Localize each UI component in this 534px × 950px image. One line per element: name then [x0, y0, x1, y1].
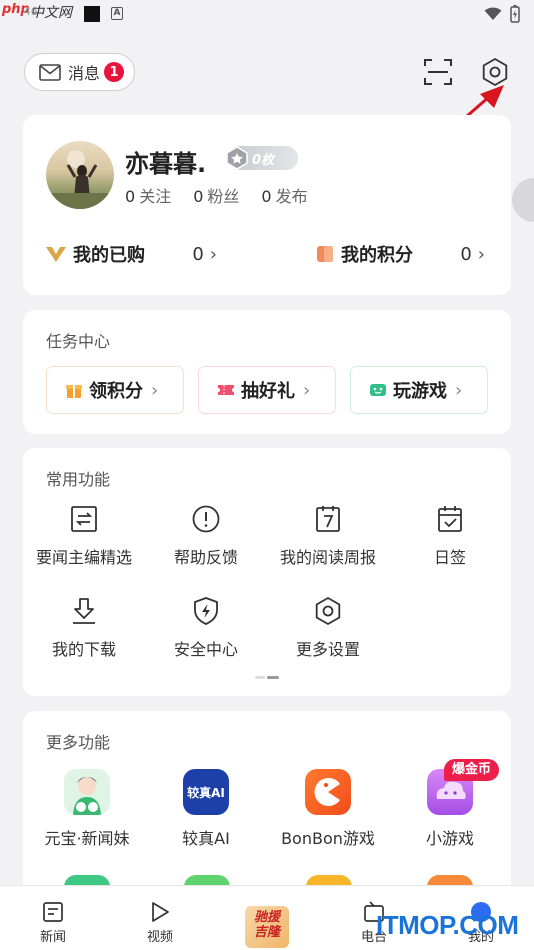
calendar-seven-icon [316, 506, 340, 532]
medal-icon [226, 146, 248, 170]
message-button[interactable]: 消息 1 [24, 53, 135, 91]
fn-reading-report[interactable]: 我的阅读周报 [267, 504, 389, 568]
status-time: :46 [20, 5, 38, 18]
profile-stats: 0 关注 0 粉丝 0 发布 [125, 183, 308, 207]
profile-card: 亦暮暮. 0枚 0 关注 0 粉丝 0 发布 我的已购 0 › 我的积分 0 › [23, 115, 511, 295]
chevron-right-icon: › [151, 379, 159, 401]
message-badge: 1 [104, 62, 125, 82]
medal-badge[interactable]: 0枚 [226, 146, 298, 170]
message-label: 消息 [68, 64, 101, 83]
purchased-v-icon [46, 247, 66, 262]
chevron-right-icon: › [303, 379, 311, 401]
task-center-card: 任务中心 领积分 › 抽好礼 › 玩游戏 › [23, 310, 511, 434]
notification-a-icon: A [111, 7, 123, 20]
help-feedback-icon [192, 505, 220, 533]
status-bar: php 中文网 :46 A [0, 0, 534, 30]
editor-pick-icon [71, 506, 97, 532]
app-yuanbao[interactable]: 元宝·新闻妹 [26, 769, 148, 849]
fn-label: 安全中心 [173, 640, 238, 659]
bonbon-app-icon [305, 769, 351, 815]
center-campaign-logo[interactable]: 驰援 吉隆 [245, 906, 289, 948]
chevron-right-icon: › [209, 243, 217, 265]
fn-daily-sign[interactable]: 日签 [389, 504, 511, 568]
battery-icon [510, 5, 520, 23]
gift-icon [66, 385, 82, 398]
shield-bolt-icon [194, 597, 218, 625]
chevron-right-icon: › [455, 379, 463, 401]
nav-label: 视频 [146, 930, 173, 945]
app-label: BonBon游戏 [281, 829, 375, 848]
settings-hex-icon [315, 596, 341, 626]
avatar-image-icon [46, 150, 114, 209]
fn-editor-pick[interactable]: 要闻主编精选 [23, 504, 145, 568]
gamepad-icon [370, 384, 386, 396]
medal-count: 0枚 [252, 152, 275, 168]
fn-more-settings[interactable]: 更多设置 [267, 596, 389, 660]
ticket-icon [218, 385, 234, 395]
fn-help-feedback[interactable]: 帮助反馈 [145, 504, 267, 568]
points-book-icon [317, 246, 333, 262]
task-label: 抽好礼 [241, 381, 295, 402]
fn-label: 要闻主编精选 [35, 548, 132, 567]
watermark-itmop: ITMOP.COM [376, 910, 519, 940]
logo-line-1: 驰援 [253, 910, 280, 925]
stat-posts[interactable]: 0 发布 [261, 183, 307, 207]
task-label: 领积分 [89, 381, 143, 402]
app-tile-text: 较真AI [187, 785, 225, 800]
video-play-icon [152, 902, 169, 922]
app-label: 小游戏 [425, 829, 474, 848]
avatar[interactable] [46, 141, 114, 209]
fn-label: 日签 [433, 548, 466, 567]
hot-coin-badge: 爆金币 [444, 759, 500, 781]
my-purchased-link[interactable]: 我的已购 0 › [45, 239, 217, 269]
mail-icon [39, 63, 61, 81]
app-mini-games[interactable]: 小游戏 [389, 769, 511, 849]
fn-label: 我的下载 [51, 640, 116, 659]
app-label: 较真AI [182, 829, 230, 848]
calendar-check-icon [438, 506, 462, 532]
page-indicator [255, 676, 279, 679]
download-icon [73, 598, 95, 624]
floating-side-button[interactable] [512, 178, 534, 222]
logo-line-2: 吉隆 [253, 925, 280, 940]
fn-my-downloads[interactable]: 我的下载 [23, 596, 145, 660]
jiaozhen-ai-app-icon: 较真AI [183, 769, 229, 815]
fn-security-center[interactable]: 安全中心 [145, 596, 267, 660]
app-label: 元宝·新闻妹 [44, 829, 130, 848]
my-points-link[interactable]: 我的积分 0 › [315, 239, 485, 269]
news-icon [43, 902, 63, 922]
task-lucky-draw[interactable]: 抽好礼 › [198, 366, 336, 414]
purchased-value: 0 [192, 243, 204, 265]
points-value: 0 [460, 243, 472, 265]
fn-label: 更多设置 [295, 640, 360, 659]
fn-label: 我的阅读周报 [279, 548, 376, 567]
points-label: 我的积分 [341, 245, 413, 266]
nav-news[interactable]: 新闻 [23, 900, 83, 945]
nav-label: 新闻 [39, 930, 66, 945]
username[interactable]: 亦暮暮. [125, 144, 206, 179]
task-label: 玩游戏 [393, 381, 447, 402]
yuanbao-app-icon [64, 769, 110, 815]
wifi-icon [484, 7, 502, 20]
stat-following[interactable]: 0 关注 [125, 183, 171, 207]
nav-video[interactable]: 视频 [130, 900, 190, 945]
stat-followers[interactable]: 0 粉丝 [193, 183, 239, 207]
more-functions-title: 更多功能 [46, 733, 111, 752]
settings-icon[interactable] [479, 56, 511, 88]
app-bonbon[interactable]: BonBon游戏 [267, 769, 389, 849]
task-earn-points[interactable]: 领积分 › [46, 366, 184, 414]
purchased-label: 我的已购 [73, 245, 145, 266]
common-functions-card: 常用功能 要闻主编精选 帮助反馈 我的阅读周报 日签 我的下载 安全中心 更多设… [23, 448, 511, 696]
scan-icon[interactable] [422, 56, 454, 88]
task-center-title: 任务中心 [46, 332, 111, 351]
chevron-right-icon: › [477, 243, 485, 265]
fn-label: 帮助反馈 [173, 548, 238, 567]
common-functions-title: 常用功能 [46, 470, 111, 489]
app-jiaozhen-ai[interactable]: 较真AI 较真AI [145, 769, 267, 849]
task-play-games[interactable]: 玩游戏 › [350, 366, 488, 414]
notification-block-icon [84, 6, 100, 22]
